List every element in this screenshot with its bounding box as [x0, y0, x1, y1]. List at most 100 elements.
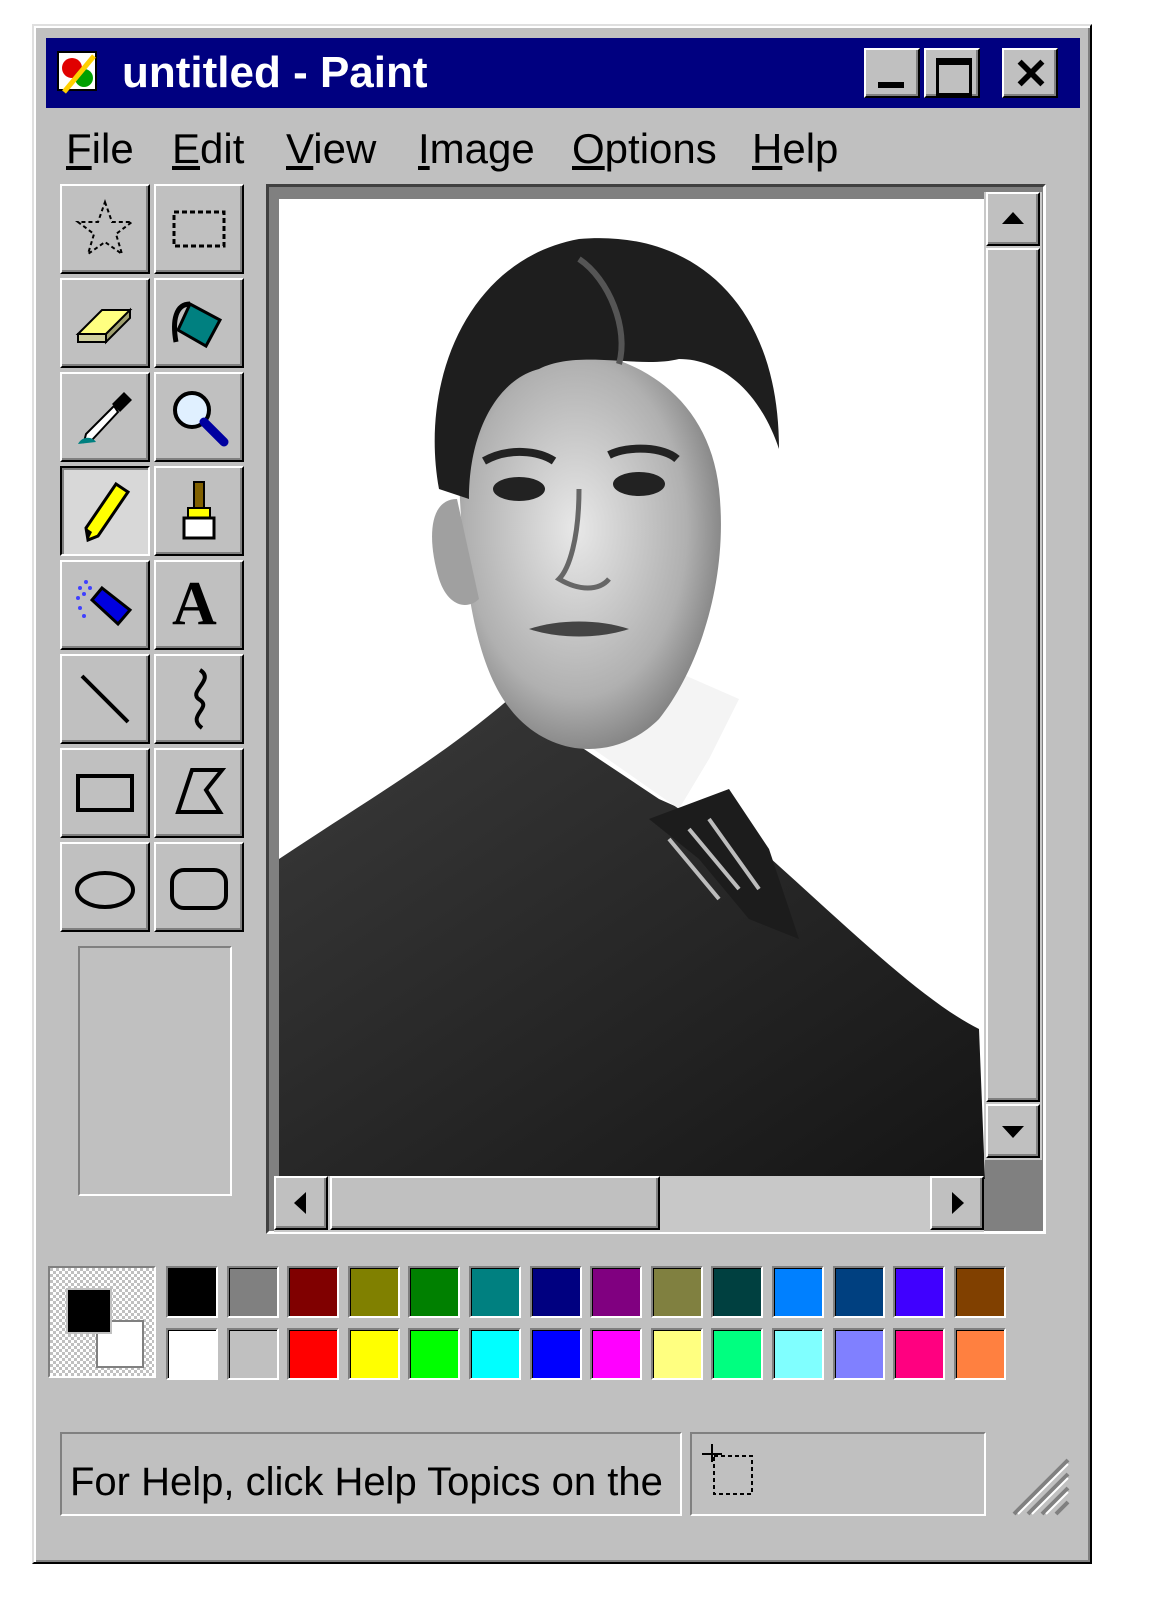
menu-view[interactable]: View [286, 124, 376, 174]
palette-swatch[interactable] [529, 1328, 582, 1380]
palette-swatch[interactable] [711, 1266, 764, 1318]
close-button[interactable] [1002, 48, 1058, 98]
palette-swatch[interactable] [832, 1328, 885, 1380]
polygon-icon [175, 768, 227, 814]
arrow-right-icon [952, 1192, 964, 1214]
palette-swatch[interactable] [650, 1266, 703, 1318]
tool-pencil[interactable] [60, 466, 150, 556]
palette-swatch[interactable] [287, 1266, 340, 1318]
palette-swatch[interactable] [953, 1328, 1006, 1380]
minimize-icon [878, 82, 904, 88]
maximize-button[interactable] [924, 48, 980, 98]
arrow-left-icon [294, 1192, 306, 1214]
horizontal-scroll-thumb[interactable] [330, 1176, 660, 1230]
resize-grip-icon[interactable] [1004, 1450, 1070, 1516]
scroll-down-button[interactable] [986, 1104, 1040, 1158]
menu-file[interactable]: File [66, 124, 134, 174]
palette-swatch[interactable] [711, 1328, 764, 1380]
status-coordinates-panel [690, 1432, 986, 1516]
palette-swatch[interactable] [226, 1266, 279, 1318]
maximize-icon [936, 58, 972, 96]
tool-airbrush[interactable] [60, 560, 150, 650]
airbrush-icon [76, 580, 133, 627]
scroll-up-button[interactable] [986, 192, 1040, 246]
tool-pick-color[interactable] [60, 372, 150, 462]
current-colors[interactable] [48, 1266, 156, 1378]
title-bar[interactable]: untitled - Paint [46, 38, 1080, 108]
palette-swatch[interactable] [590, 1328, 643, 1380]
tool-rectangle-select[interactable] [154, 184, 244, 274]
palette-swatch[interactable] [469, 1266, 521, 1318]
tool-brush[interactable] [154, 466, 244, 556]
scroll-left-button[interactable] [274, 1176, 328, 1230]
ellipse-icon [75, 871, 135, 909]
close-icon [1017, 59, 1045, 87]
portrait-photo [279, 238, 985, 1179]
palette-swatch[interactable] [226, 1328, 279, 1380]
magnifier-icon [173, 391, 229, 447]
menu-options[interactable]: Options [572, 124, 717, 174]
tool-free-form-select[interactable] [60, 184, 150, 274]
palette-swatch[interactable] [772, 1266, 824, 1318]
toolbox: A [60, 184, 254, 934]
palette-swatch[interactable] [650, 1328, 703, 1380]
palette-swatch[interactable] [166, 1328, 218, 1380]
paint-app-icon [57, 51, 97, 94]
eraser-icon [75, 307, 133, 345]
menu-help[interactable]: Help [752, 124, 838, 174]
tool-rectangle[interactable] [60, 748, 150, 838]
palette-swatch[interactable] [347, 1328, 400, 1380]
tool-curve[interactable] [154, 654, 244, 744]
status-help-panel: For Help, click Help Topics on the [60, 1432, 682, 1516]
curve-icon [194, 668, 207, 730]
tool-eraser[interactable] [60, 278, 150, 368]
paint-bucket-icon [172, 301, 223, 349]
pencil-icon [84, 481, 131, 543]
rect-select-icon [172, 210, 226, 248]
scroll-right-button[interactable] [930, 1176, 984, 1230]
menu-image[interactable]: Image [418, 124, 535, 174]
vertical-scroll-thumb[interactable] [986, 248, 1040, 1102]
tool-line[interactable] [60, 654, 150, 744]
canvas-area [266, 184, 1046, 1234]
palette-swatch[interactable] [166, 1266, 218, 1318]
palette-swatch[interactable] [529, 1266, 582, 1318]
horizontal-scrollbar[interactable] [274, 1176, 984, 1232]
tool-ellipse[interactable] [60, 842, 150, 932]
palette-swatch[interactable] [893, 1266, 946, 1318]
tool-magnifier[interactable] [154, 372, 244, 462]
tool-text[interactable]: A [154, 560, 244, 650]
palette-swatch[interactable] [953, 1266, 1006, 1318]
text-icon: A [172, 570, 217, 638]
palette-swatch[interactable] [347, 1266, 400, 1318]
coordinates-icon [702, 1444, 753, 1495]
palette-swatch[interactable] [893, 1328, 946, 1380]
eyedropper-icon [78, 392, 132, 444]
palette-swatch[interactable] [590, 1266, 643, 1318]
tool-polygon[interactable] [154, 748, 244, 838]
rectangle-icon [76, 774, 134, 812]
window-title: untitled - Paint [122, 48, 428, 97]
palette-swatch[interactable] [469, 1328, 521, 1380]
minimize-button[interactable] [864, 48, 920, 98]
palette-swatch[interactable] [408, 1328, 461, 1380]
palette-swatch[interactable] [772, 1328, 824, 1380]
line-icon [80, 674, 130, 724]
tool-options-panel[interactable] [78, 946, 232, 1196]
paint-window: untitled - Paint File Edit View Image Op… [32, 24, 1092, 1564]
foreground-color[interactable] [66, 1288, 112, 1334]
palette-swatch[interactable] [832, 1266, 885, 1318]
rounded-rectangle-icon [170, 868, 228, 910]
status-help-text: For Help, click Help Topics on the [70, 1460, 663, 1504]
palette-swatch[interactable] [287, 1328, 340, 1380]
menu-edit[interactable]: Edit [172, 124, 244, 174]
vertical-scrollbar[interactable] [984, 192, 1042, 1160]
arrow-up-icon [1002, 212, 1024, 224]
tool-fill-with-color[interactable] [154, 278, 244, 368]
menu-bar: File Edit View Image Options Help [46, 112, 1080, 182]
tool-rounded-rectangle[interactable] [154, 842, 244, 932]
color-box [48, 1258, 1008, 1384]
arrow-down-icon [1002, 1126, 1024, 1138]
palette-swatch[interactable] [408, 1266, 461, 1318]
drawing-canvas[interactable] [279, 199, 985, 1179]
